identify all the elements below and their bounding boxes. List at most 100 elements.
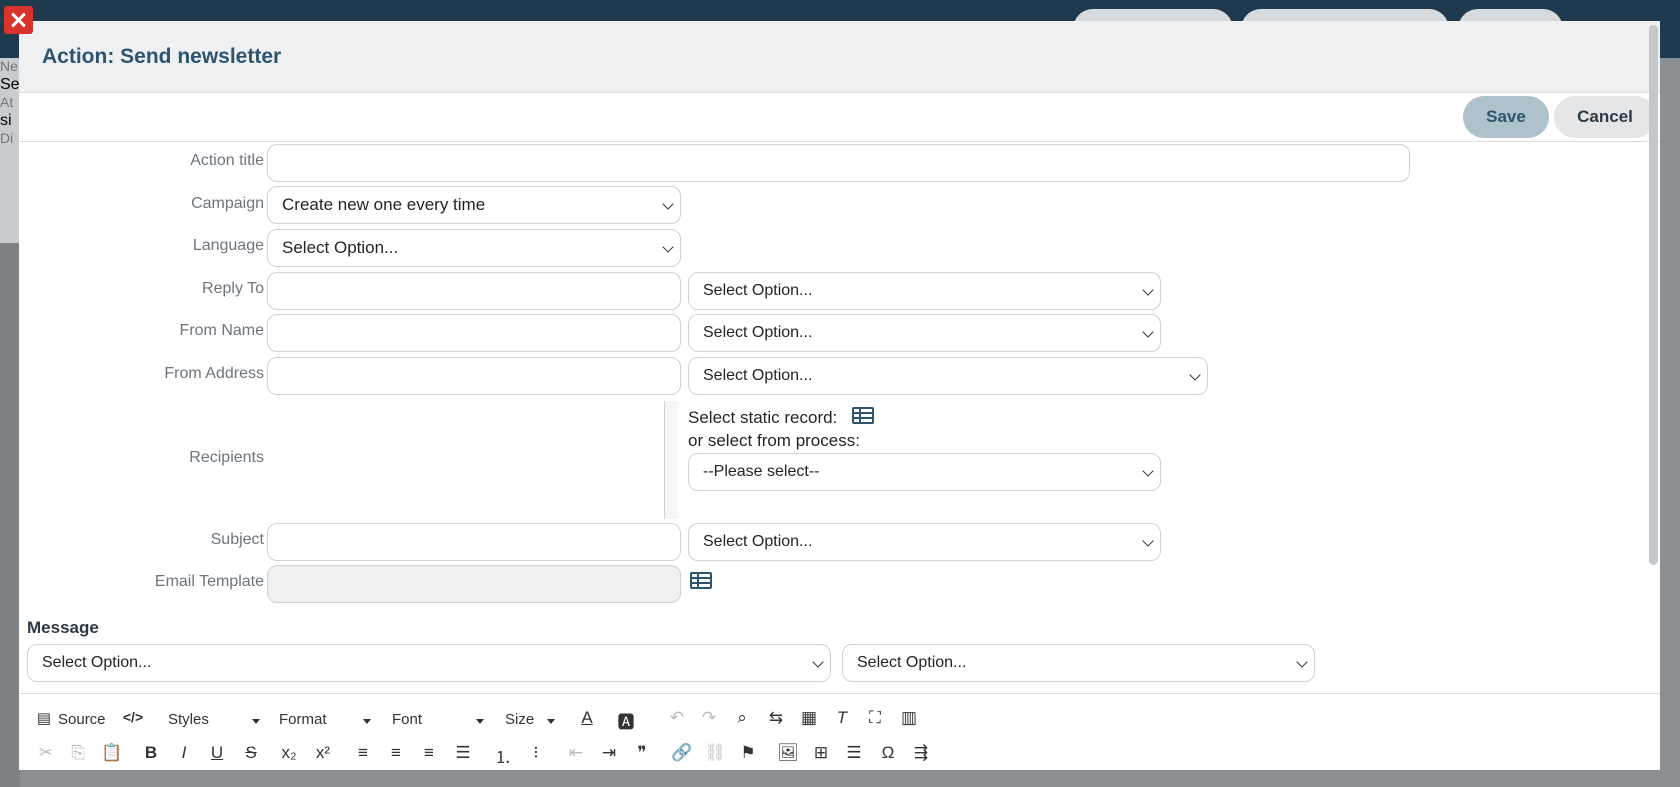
recipients-label: Recipients xyxy=(189,449,264,466)
underline-icon[interactable]: U xyxy=(206,743,228,763)
chevron-down-icon xyxy=(1142,284,1154,296)
process-select[interactable]: --Please select-- xyxy=(688,453,1161,491)
subscript-icon[interactable]: x₂ xyxy=(278,743,300,763)
list-icon[interactable] xyxy=(852,407,874,424)
list-icon[interactable] xyxy=(690,572,712,589)
subject-label: Subject xyxy=(210,531,264,548)
subject-select-value: Select Option... xyxy=(703,533,813,550)
align-left-icon[interactable]: ≡ xyxy=(352,743,374,763)
from-name-input[interactable] xyxy=(267,314,681,352)
background-text: Ne xyxy=(0,58,18,74)
background-text: Se xyxy=(0,76,20,93)
language-select-value: Select Option... xyxy=(282,238,399,257)
process-text: or select from process: xyxy=(688,431,860,450)
cancel-button[interactable]: Cancel xyxy=(1554,96,1656,138)
table-icon[interactable]: ⊞ xyxy=(810,743,832,763)
chevron-down-icon xyxy=(1142,465,1154,477)
superscript-icon[interactable]: x² xyxy=(312,743,334,763)
chevron-down-icon xyxy=(662,241,674,253)
language-label: Language xyxy=(192,237,264,254)
format-dropdown[interactable]: Format xyxy=(279,711,371,728)
language-select[interactable]: Select Option... xyxy=(267,229,681,267)
redo-icon[interactable]: ↷ xyxy=(698,708,720,728)
reply-to-select-value: Select Option... xyxy=(703,282,813,299)
template-icon[interactable]: ▦ xyxy=(798,708,820,728)
anchor-flag-icon[interactable]: ⚑ xyxy=(737,743,759,763)
from-address-select-value: Select Option... xyxy=(703,367,813,384)
from-name-select[interactable]: Select Option... xyxy=(688,314,1161,352)
message-select-2-value: Select Option... xyxy=(857,654,967,671)
source-icon[interactable]: ▤ xyxy=(33,709,55,727)
align-center-icon[interactable]: ≡ xyxy=(385,743,407,763)
cut-icon[interactable]: ✂ xyxy=(35,743,57,763)
message-select-1[interactable]: Select Option... xyxy=(27,644,831,682)
message-select-1-value: Select Option... xyxy=(42,654,152,671)
close-icon[interactable] xyxy=(4,6,33,34)
modal-toolbar: Save Cancel xyxy=(19,93,1660,142)
replace-icon[interactable]: ⇆ xyxy=(765,708,787,728)
link-icon[interactable]: 🔗 xyxy=(671,743,693,763)
background-text: si xyxy=(0,112,12,129)
outdent-icon[interactable]: ⇤ xyxy=(565,743,587,763)
from-name-label: From Name xyxy=(179,322,264,339)
chevron-down-icon xyxy=(1189,369,1201,381)
show-blocks-icon[interactable]: ▥ xyxy=(898,708,920,728)
background-text: At xyxy=(0,94,14,110)
source-button[interactable]: Source xyxy=(58,711,106,728)
indent-icon[interactable]: ⇥ xyxy=(598,743,620,763)
background-left-panel-top: Ne Se At si Di xyxy=(0,58,20,243)
static-record-text: Select static record: xyxy=(688,408,838,427)
subject-select[interactable]: Select Option... xyxy=(688,523,1161,561)
campaign-select[interactable]: Create new one every time xyxy=(267,186,681,224)
bullet-list-icon[interactable]: ⁝ xyxy=(525,743,547,763)
message-select-2[interactable]: Select Option... xyxy=(842,644,1315,682)
copy-icon[interactable]: ⎘ xyxy=(67,743,89,763)
background-color-icon[interactable]: 🅰 xyxy=(615,708,637,733)
horizontal-rule-icon[interactable]: ☰ xyxy=(843,743,865,763)
modal-title: Action: Send newsletter xyxy=(42,44,282,68)
styles-dropdown[interactable]: Styles xyxy=(168,711,260,728)
strikethrough-icon[interactable]: S xyxy=(240,743,262,763)
undo-icon[interactable]: ↶ xyxy=(666,708,688,728)
paste-icon[interactable]: 📋 xyxy=(101,743,123,763)
maximize-icon[interactable]: ⛶ xyxy=(864,708,886,728)
modal-header: Action: Send newsletter xyxy=(19,21,1660,93)
chevron-down-icon xyxy=(662,198,674,210)
unlink-icon[interactable]: ⛓ xyxy=(704,743,726,763)
size-dropdown[interactable]: Size xyxy=(505,711,555,728)
email-template-input xyxy=(267,565,681,603)
background-text: Di xyxy=(0,130,14,146)
chevron-down-icon xyxy=(1296,656,1308,668)
blockquote-icon[interactable]: ❞ xyxy=(631,743,653,763)
image-icon[interactable]: 🖼 xyxy=(777,743,799,763)
email-template-label: Email Template xyxy=(154,573,264,590)
campaign-label: Campaign xyxy=(191,195,264,212)
from-address-label: From Address xyxy=(164,365,264,382)
newsletter-action-modal: Action: Send newsletter Save Cancel Acti… xyxy=(19,21,1660,770)
find-icon[interactable]: ⌕ xyxy=(731,708,753,728)
reply-to-select[interactable]: Select Option... xyxy=(688,272,1161,310)
code-icon[interactable]: </> xyxy=(122,709,144,725)
modal-scrollbar[interactable] xyxy=(1649,25,1658,565)
action-title-input[interactable] xyxy=(267,144,1410,182)
align-justify-icon[interactable]: ☰ xyxy=(452,743,474,763)
remove-format-icon[interactable]: T xyxy=(831,708,853,728)
special-char-icon[interactable]: Ω xyxy=(877,743,899,763)
chevron-down-icon xyxy=(1142,535,1154,547)
italic-icon[interactable]: I xyxy=(173,743,195,763)
align-right-icon[interactable]: ≡ xyxy=(418,743,440,763)
campaign-select-value: Create new one every time xyxy=(282,195,486,214)
subject-input[interactable] xyxy=(267,523,681,561)
process-select-value: --Please select-- xyxy=(703,463,820,480)
reply-to-input[interactable] xyxy=(267,272,681,310)
numbered-list-icon[interactable]: ⒈ xyxy=(492,743,514,768)
font-dropdown[interactable]: Font xyxy=(392,711,484,728)
page-break-icon[interactable]: ⇶ xyxy=(910,743,932,763)
bold-icon[interactable]: B xyxy=(140,743,162,763)
from-address-select[interactable]: Select Option... xyxy=(688,357,1208,395)
text-color-icon[interactable]: A xyxy=(576,708,598,728)
action-title-label: Action title xyxy=(190,152,264,169)
save-button[interactable]: Save xyxy=(1463,96,1549,138)
from-address-input[interactable] xyxy=(267,357,681,395)
chevron-down-icon xyxy=(1142,326,1154,338)
